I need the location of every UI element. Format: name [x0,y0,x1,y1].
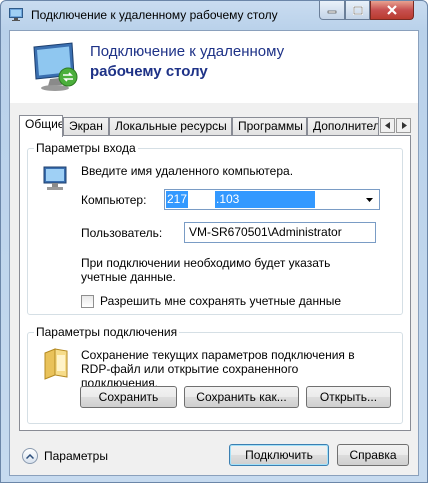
save-credentials-label[interactable]: Разрешить мне сохранять учетные данные [100,294,341,308]
chevron-left-icon [384,122,390,129]
minimize-icon [327,10,337,14]
computer-dropdown-button[interactable] [362,191,376,208]
user-label: Пользователь: [81,226,163,240]
dialog-header: Подключение к удаленному рабочему столу [10,31,418,103]
computer-value-part2: .103 [215,191,315,208]
rdp-window: Подключение к удаленному рабочему столу … [0,0,428,483]
connect-button[interactable]: Подключить [229,444,329,466]
save-button[interactable]: Сохранить [80,386,177,408]
tab-scroll-right[interactable] [396,118,411,133]
title-bar[interactable]: Подключение к удаленному рабочему столу [1,1,427,29]
save-credentials-checkbox[interactable] [81,295,94,308]
folder-icon [44,348,68,380]
save-as-button[interactable]: Сохранить как... [184,386,299,408]
dialog-client-area: Подключение к удаленному рабочему столу … [9,30,419,476]
help-button[interactable]: Справка [337,444,409,466]
logon-instruction: Введите имя удаленного компьютера. [81,164,294,178]
maximize-button[interactable] [345,1,370,20]
open-button[interactable]: Открыть... [306,386,391,408]
header-title-line1: Подключение к удаленному [90,43,285,60]
tab-panel-general: Параметры входа Введите имя удаленного к… [19,135,411,431]
options-toggle-button[interactable] [22,448,38,464]
chevron-down-icon [365,197,373,202]
chevron-right-icon [401,122,407,129]
tab-advanced[interactable]: Дополнительно [307,117,379,136]
tab-scroll-left[interactable] [380,118,395,133]
connection-settings-group: Параметры подключения Сохранение текущих… [27,325,403,424]
close-button[interactable] [370,1,414,20]
tab-general[interactable]: Общие [19,115,63,137]
computer-value-part1: 217 [166,191,188,208]
computer-label: Компьютер: [81,193,147,207]
connection-description: Сохранение текущих параметров подключени… [81,348,355,390]
window-title: Подключение к удаленному рабочему столу [31,8,278,22]
computer-icon [43,166,67,190]
user-field[interactable]: VM-SR670501\Administrator [184,222,376,243]
tab-display[interactable]: Экран [63,117,109,136]
computer-combobox[interactable]: 217 .103 [164,189,380,210]
close-icon [387,5,397,15]
options-label[interactable]: Параметры [44,449,108,463]
remote-desktop-monitor-icon [33,42,78,91]
minimize-button[interactable] [319,1,345,20]
tab-strip: Общие Экран Локальные ресурсы Программы … [19,115,411,137]
logon-settings-group: Параметры входа Введите имя удаленного к… [27,141,403,315]
credentials-note: При подключении необходимо будет указать… [81,256,331,284]
tab-programs[interactable]: Программы [232,117,307,136]
header-title-line2: рабочему столу [90,63,208,80]
maximize-icon [352,5,363,15]
tab-local-resources[interactable]: Локальные ресурсы [109,117,232,136]
connection-settings-title: Параметры подключения [34,325,180,339]
remote-desktop-icon [9,8,23,21]
logon-settings-title: Параметры входа [34,141,138,155]
chevron-up-icon [26,453,34,459]
